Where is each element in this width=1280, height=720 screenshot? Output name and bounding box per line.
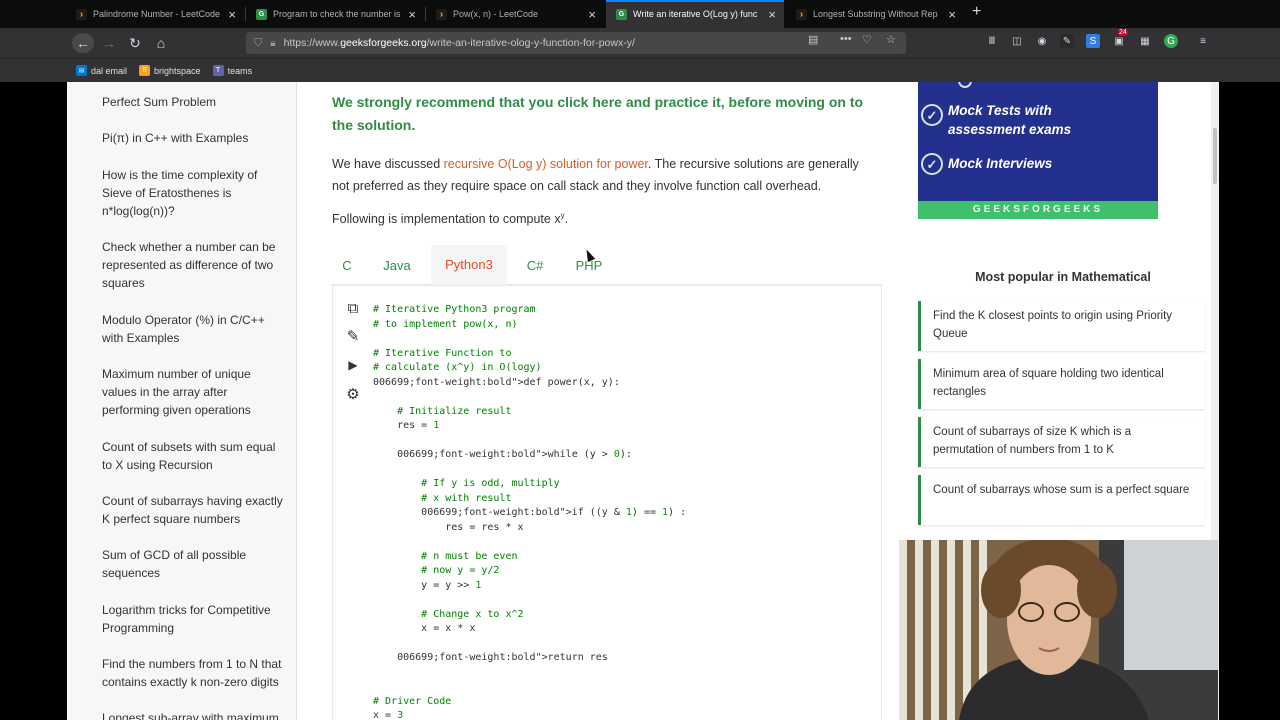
webcam-overlay	[899, 540, 1218, 720]
course-promo-banner[interactable]: ✓ Mock Tests with assessment exams ✓ Moc…	[918, 82, 1158, 219]
sidebar-link[interactable]: How is the time complexity of Sieve of E…	[102, 166, 287, 220]
code-content[interactable]: # Iterative Python3 program # to impleme…	[373, 303, 686, 720]
url-prefix: https://www.	[283, 37, 341, 49]
edit-pencil-icon[interactable]: ✎	[343, 326, 363, 346]
bookmarks-bar: ✉ dal email B brightspace T teams	[0, 58, 1280, 82]
brightspace-icon: B	[139, 65, 151, 76]
close-tab-icon[interactable]: ×	[588, 7, 596, 22]
tab-c[interactable]: C	[332, 245, 362, 285]
extension-icon[interactable]: ✎	[1060, 34, 1074, 48]
sidebar-link[interactable]: Find the numbers from 1 to N that contai…	[102, 655, 287, 691]
sidebar-link[interactable]: Count of subsets with sum equal to X usi…	[102, 438, 287, 474]
tab-python3[interactable]: Python3	[431, 245, 507, 285]
grammarly-icon[interactable]: G	[1164, 34, 1178, 48]
new-tab-icon[interactable]: +	[972, 3, 981, 21]
sidebar-link[interactable]: Logarithm tricks for Competitive Program…	[102, 601, 287, 637]
popular-article-link[interactable]: Count of subarrays whose sum is a perfec…	[918, 475, 1205, 525]
recursive-solution-link[interactable]: recursive O(Log y) solution for power	[444, 157, 648, 171]
check-circle-icon	[958, 82, 972, 88]
webcam-video-feed	[899, 540, 1218, 720]
lock-icon: 🔒︎	[270, 37, 276, 49]
more-actions-icon[interactable]: •••	[840, 33, 852, 45]
reader-view-icon[interactable]: ▤	[808, 33, 818, 46]
leetcode-icon: ›	[76, 8, 87, 20]
home-icon[interactable]: ⌂	[150, 33, 172, 53]
url-bar[interactable]: ⛉ 🔒︎ https://www. geeksforgeeks.org/write…	[246, 32, 906, 54]
account-icon[interactable]: ◉	[1035, 34, 1049, 48]
bookmark-brightspace[interactable]: B brightspace	[139, 65, 201, 76]
sidebar-link[interactable]: Perfect Sum Problem	[102, 93, 287, 111]
bookmark-teams[interactable]: T teams	[212, 65, 252, 76]
url-host: geeksforgeeks.org	[340, 37, 427, 49]
related-articles-sidebar: Perfect Sum Problem Pi(π) in C++ with Ex…	[67, 82, 297, 720]
browser-tab[interactable]: G Program to check the number is ×	[246, 0, 424, 28]
reload-icon[interactable]: ↻	[124, 33, 146, 53]
sidebar-link[interactable]: Sum of GCD of all possible sequences	[102, 546, 287, 582]
check-circle-icon: ✓	[921, 104, 943, 126]
notification-badge: 24	[1118, 29, 1128, 36]
leetcode-icon: ›	[436, 8, 447, 20]
settings-icon[interactable]: ⚙	[343, 384, 363, 404]
extension-icon[interactable]: ▦	[1138, 34, 1152, 48]
code-block: ⧉ ✎ ▶ ⚙ # Iterative Python3 program # to…	[332, 285, 882, 720]
article-paragraph: We have discussed recursive O(Log y) sol…	[332, 157, 859, 193]
forward-icon[interactable]: →	[98, 33, 120, 53]
scrollbar-thumb[interactable]	[1213, 128, 1217, 184]
sidebar-link[interactable]: Check whether a number can be represente…	[102, 238, 287, 292]
extension-icon[interactable]: S	[1086, 34, 1100, 48]
bookmark-dal-email[interactable]: ✉ dal email	[76, 65, 127, 76]
close-tab-icon[interactable]: ×	[948, 7, 956, 22]
back-icon[interactable]: ←	[72, 33, 94, 53]
sidebar-link[interactable]: Count of subarrays having exactly K perf…	[102, 492, 287, 528]
pocket-icon[interactable]: ♡	[862, 33, 872, 46]
tab-java[interactable]: Java	[376, 245, 418, 285]
teams-icon: T	[212, 65, 224, 76]
sidebar-link[interactable]: Pi(π) in C++ with Examples	[102, 129, 287, 147]
sidebar-link[interactable]: Longest sub-array with maximum	[102, 709, 287, 720]
check-circle-icon: ✓	[921, 153, 943, 175]
language-tabs: C Java Python3 C# PHP	[332, 245, 882, 285]
close-tab-icon[interactable]: ×	[408, 7, 416, 22]
sidebar-icon[interactable]: ◫	[1010, 34, 1024, 48]
bookmark-star-icon[interactable]: ☆	[886, 33, 896, 46]
browser-tab-bar: › Palindrome Number - LeetCode × G Progr…	[0, 0, 1280, 28]
library-icon[interactable]: Ⅲ	[985, 34, 999, 48]
sidebar-link[interactable]: Maximum number of unique values in the a…	[102, 365, 287, 419]
popular-article-link[interactable]: Find the K closest points to origin usin…	[918, 301, 1205, 351]
copy-icon[interactable]: ⧉	[343, 298, 363, 318]
run-icon[interactable]: ▶	[343, 355, 363, 375]
gfg-icon: G	[256, 8, 267, 20]
leetcode-icon: ›	[796, 8, 807, 20]
notification-icon[interactable]: ▣ 24	[1112, 29, 1128, 48]
promo-footer: GEEKSFORGEEKS	[918, 201, 1158, 219]
popular-article-link[interactable]: Minimum area of square holding two ident…	[918, 359, 1205, 409]
browser-tab[interactable]: › Pow(x, n) - LeetCode ×	[426, 0, 604, 28]
promo-item: ✓ Mock Interviews	[921, 153, 1052, 175]
mail-icon: ✉	[76, 65, 87, 76]
article-body: We strongly recommend that you click her…	[332, 82, 887, 720]
popular-section-title: Most popular in Mathematical	[975, 270, 1151, 284]
sidebar-link[interactable]: Modulo Operator (%) in C/C++ with Exampl…	[102, 311, 287, 347]
close-tab-icon[interactable]: ×	[768, 7, 776, 22]
promo-item: ✓ Mock Tests with assessment exams	[921, 101, 1128, 139]
shield-icon: ⛉	[254, 36, 263, 49]
close-tab-icon[interactable]: ×	[228, 7, 236, 22]
practice-recommendation-link[interactable]: We strongly recommend that you click her…	[332, 91, 887, 137]
menu-icon[interactable]: ≡	[1196, 34, 1210, 48]
browser-tab-active[interactable]: G Write an iterative O(Log y) func ×	[606, 0, 784, 28]
popular-article-link[interactable]: Count of subarrays of size K which is a …	[918, 417, 1205, 467]
browser-tab[interactable]: › Longest Substring Without Rep ×	[786, 0, 964, 28]
tab-csharp[interactable]: C#	[520, 245, 550, 285]
article-paragraph: Following is implementation to compute x…	[332, 211, 569, 227]
browser-tab[interactable]: › Palindrome Number - LeetCode ×	[66, 0, 244, 28]
url-path: /write-an-iterative-olog-y-function-for-…	[426, 37, 635, 49]
gfg-icon: G	[616, 8, 627, 20]
